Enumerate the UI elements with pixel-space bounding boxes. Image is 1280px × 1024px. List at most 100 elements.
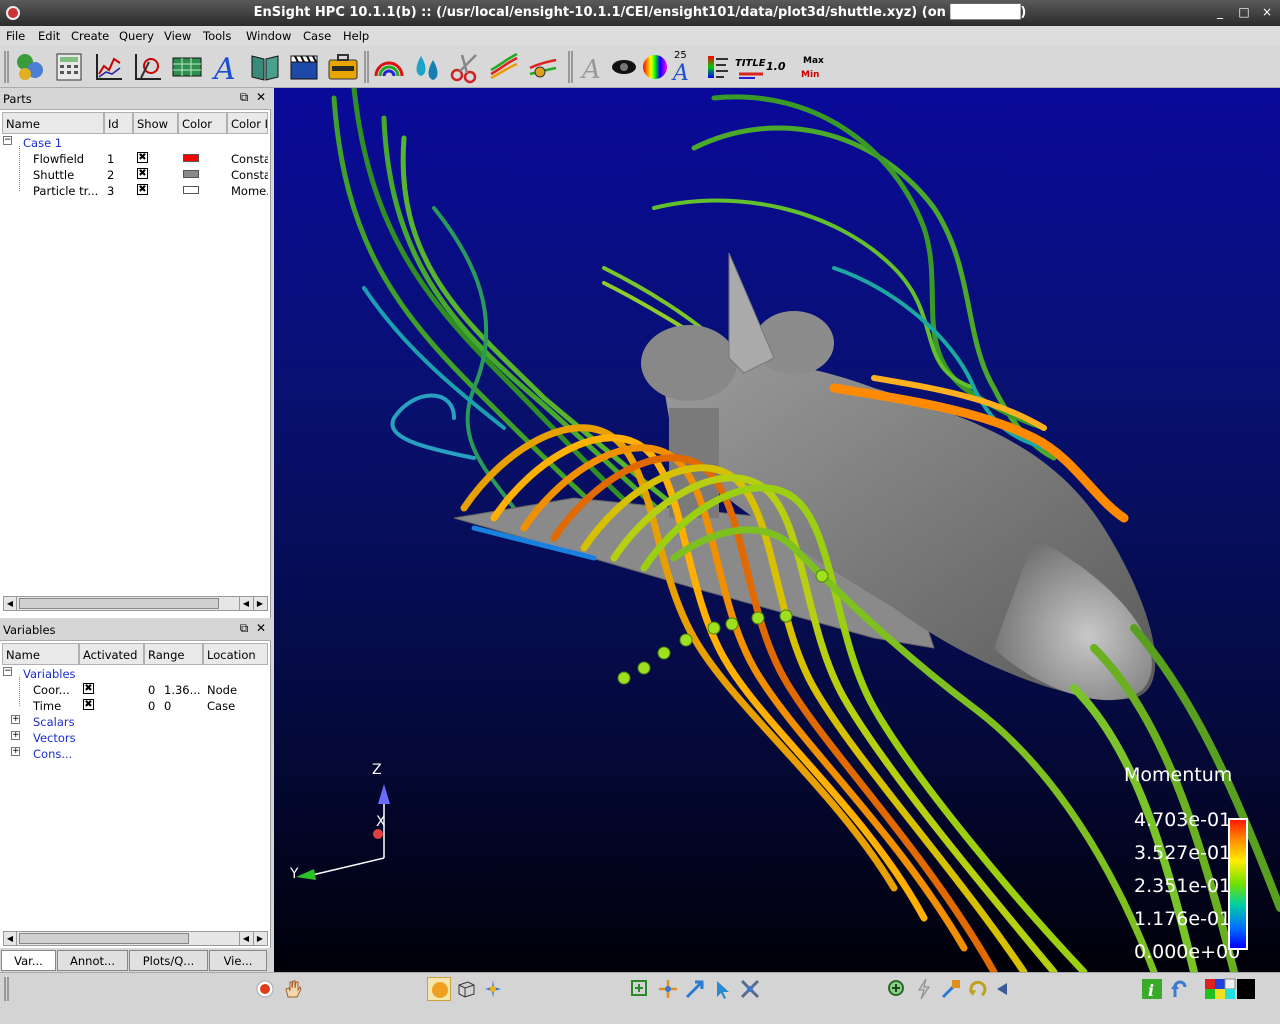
move-icon[interactable] [656, 977, 680, 1001]
scroll-thumb[interactable] [19, 933, 189, 944]
lightning-icon[interactable] [912, 977, 936, 1001]
tree-group-row[interactable]: + Scalars [0, 714, 268, 730]
eye-icon[interactable] [607, 50, 641, 84]
parts-icon[interactable] [13, 50, 47, 84]
tab-viewports[interactable]: Vie... [209, 950, 267, 971]
sparkle-icon[interactable] [481, 977, 505, 1001]
column-header-color-by[interactable]: Color I [227, 112, 268, 134]
calculator-icon[interactable] [52, 50, 86, 84]
activated-checkbox[interactable]: ✖ [83, 699, 94, 710]
column-header-activated[interactable]: Activated [79, 643, 144, 665]
show-checkbox[interactable]: ✖ [137, 184, 148, 195]
menu-edit[interactable]: Edit [38, 29, 60, 43]
column-header-location[interactable]: Location [203, 643, 268, 665]
rainbow-icon[interactable] [372, 50, 406, 84]
maximize-button[interactable]: □ [1236, 4, 1252, 20]
column-header-range[interactable]: Range [144, 643, 203, 665]
arrow-icon[interactable] [683, 977, 707, 1001]
column-header-color[interactable]: Color [178, 112, 227, 134]
title-icon[interactable]: TITLE [735, 50, 769, 84]
undock-icon[interactable]: ⧉ [237, 90, 251, 106]
select-arrow-icon[interactable] [711, 977, 735, 1001]
shaded-mode-icon[interactable] [427, 977, 451, 1001]
toolbar-grip[interactable] [4, 51, 9, 83]
close-icon[interactable]: ✕ [254, 90, 268, 106]
undo-icon[interactable] [1167, 977, 1191, 1001]
zoom-box-icon[interactable] [628, 977, 652, 1001]
tab-variables[interactable]: Var... [1, 950, 56, 971]
menu-file[interactable]: File [6, 29, 25, 43]
column-header-name[interactable]: Name [2, 643, 79, 665]
tools-icon[interactable] [738, 977, 762, 1001]
expand-icon[interactable]: + [11, 747, 20, 756]
query-icon[interactable] [131, 50, 165, 84]
tree-group-row[interactable]: + Vectors [0, 730, 268, 746]
close-icon[interactable]: ✕ [254, 621, 268, 637]
column-header-name[interactable]: Name [2, 112, 104, 134]
horizontal-scrollbar[interactable]: ◀ ◀ ▶ [3, 596, 268, 611]
drops-icon[interactable] [410, 50, 444, 84]
scroll-right-icon[interactable]: ▶ [253, 932, 266, 945]
horizontal-scrollbar[interactable]: ◀ ◀ ▶ [3, 931, 268, 946]
fit-icon[interactable] [939, 977, 963, 1001]
scissors-icon[interactable] [448, 50, 482, 84]
menu-window[interactable]: Window [246, 29, 291, 43]
expand-icon[interactable]: + [11, 731, 20, 740]
menu-create[interactable]: Create [71, 29, 109, 43]
record-icon[interactable] [253, 977, 277, 1001]
tab-annotations[interactable]: Annot... [57, 950, 128, 971]
activated-checkbox[interactable]: ✖ [83, 683, 94, 694]
menu-case[interactable]: Case [303, 29, 331, 43]
streamline-icon[interactable] [487, 50, 521, 84]
expand-icon[interactable]: + [11, 715, 20, 724]
show-checkbox[interactable]: ✖ [137, 168, 148, 179]
color-swatch[interactable] [183, 154, 199, 162]
scroll-left-icon[interactable]: ◀ [239, 932, 252, 945]
text-icon[interactable]: A [576, 50, 610, 85]
tree-variables-row[interactable]: − Variables [0, 666, 268, 682]
briefcase-icon[interactable] [326, 50, 360, 84]
column-header-id[interactable]: Id [104, 112, 133, 134]
table-row[interactable]: Shuttle 2 ✖ Consta [0, 167, 268, 183]
toolbar-grip[interactable] [4, 977, 9, 1001]
minmax-icon[interactable]: Max Min [797, 50, 831, 84]
show-checkbox[interactable]: ✖ [137, 152, 148, 163]
palette-icon[interactable] [1205, 977, 1255, 1001]
collapse-icon[interactable]: − [3, 667, 12, 676]
plot-icon[interactable] [92, 50, 126, 84]
zoom-icon[interactable] [885, 977, 909, 1001]
table-row[interactable]: Time ✖ 0 0 Case [0, 698, 268, 714]
value-icon[interactable]: 1.0 [766, 50, 800, 84]
scroll-left-icon[interactable]: ◀ [239, 597, 252, 610]
annotation-text-icon[interactable]: A [209, 50, 243, 87]
column-header-show[interactable]: Show [133, 112, 178, 134]
scroll-thumb[interactable] [19, 598, 219, 609]
tab-plots-queries[interactable]: Plots/Q... [129, 950, 208, 971]
font-size-icon[interactable]: A 25 [669, 50, 703, 86]
tree-case-row[interactable]: − Case 1 [0, 135, 268, 151]
color-wheel-icon[interactable] [638, 50, 672, 84]
menu-help[interactable]: Help [343, 29, 369, 43]
table-row[interactable]: Particle tr... 3 ✖ Mome... [0, 183, 268, 199]
menu-view[interactable]: View [164, 29, 191, 43]
legend-color-bar[interactable] [1228, 818, 1248, 950]
wireframe-icon[interactable] [454, 977, 478, 1001]
table-icon[interactable] [170, 50, 204, 84]
table-row[interactable]: Coor... ✖ 0 1.36... Node [0, 682, 268, 698]
scroll-right-icon[interactable]: ▶ [253, 597, 266, 610]
color-swatch[interactable] [183, 170, 199, 178]
legend-title[interactable]: Momentum [1124, 764, 1232, 786]
scroll-left-icon[interactable]: ◀ [4, 597, 17, 610]
particle-trace-icon[interactable] [526, 50, 560, 84]
graphics-viewport[interactable]: Z X Y Momentum 4.703e-01 3.527e-01 2.351… [274, 88, 1280, 972]
legend-icon[interactable] [702, 50, 736, 84]
table-row[interactable]: Flowfield 1 ✖ Consta [0, 151, 268, 167]
tree-group-row[interactable]: + Cons... [0, 746, 268, 762]
hand-pan-icon[interactable] [281, 977, 305, 1001]
minimize-button[interactable]: _ [1212, 4, 1228, 20]
rotate-icon[interactable] [966, 977, 990, 1001]
menu-tools[interactable]: Tools [203, 29, 231, 43]
scroll-left-icon[interactable]: ◀ [4, 932, 17, 945]
view-direction-icon[interactable] [993, 977, 1017, 1001]
undock-icon[interactable]: ⧉ [237, 621, 251, 637]
